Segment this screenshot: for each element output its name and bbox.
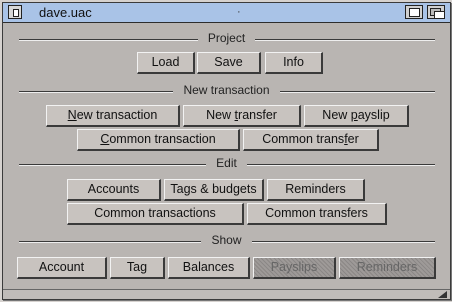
tags-budgets-button[interactable]: Tags & budgets (164, 179, 264, 201)
new-payslip-button[interactable]: New payslip (304, 105, 409, 127)
common-transactions-button[interactable]: Common transactions (67, 203, 244, 225)
show-balances-button[interactable]: Balances (168, 257, 250, 279)
accounts-button[interactable]: Accounts (67, 179, 161, 201)
window-title: dave.uac (39, 5, 92, 20)
show-reminders-button[interactable]: Reminders (339, 257, 436, 279)
reminders-button[interactable]: Reminders (267, 179, 365, 201)
show-payslips-button[interactable]: Payslips (253, 257, 336, 279)
show-group-label: Show (3, 233, 450, 247)
title-marker: · (237, 6, 241, 18)
show-tag-button[interactable]: Tag (110, 257, 165, 279)
edit-group-label: Edit (3, 156, 450, 170)
new-transaction-button[interactable]: New transaction (46, 105, 180, 127)
window-bottom-border (3, 289, 450, 299)
show-account-button[interactable]: Account (17, 257, 107, 279)
common-transfers-button[interactable]: Common transfers (247, 203, 387, 225)
common-transaction-button[interactable]: Common transaction (77, 129, 240, 151)
info-button[interactable]: Info (265, 52, 323, 74)
resize-handle-icon[interactable] (438, 291, 447, 298)
new-transfer-button[interactable]: New transfer (183, 105, 301, 127)
zoom-gadget-icon[interactable] (405, 5, 423, 19)
save-button[interactable]: Save (197, 52, 261, 74)
app-window: dave.uac · Project Load Save Info New tr… (2, 2, 451, 300)
new-transaction-group-label: New transaction (3, 83, 450, 97)
common-transfer-button[interactable]: Common transfer (243, 129, 379, 151)
depth-gadget-icon[interactable] (427, 5, 445, 19)
load-button[interactable]: Load (137, 52, 195, 74)
close-gadget-icon[interactable] (8, 5, 22, 19)
title-bar[interactable]: dave.uac · (3, 3, 450, 23)
project-group-label: Project (3, 31, 450, 45)
